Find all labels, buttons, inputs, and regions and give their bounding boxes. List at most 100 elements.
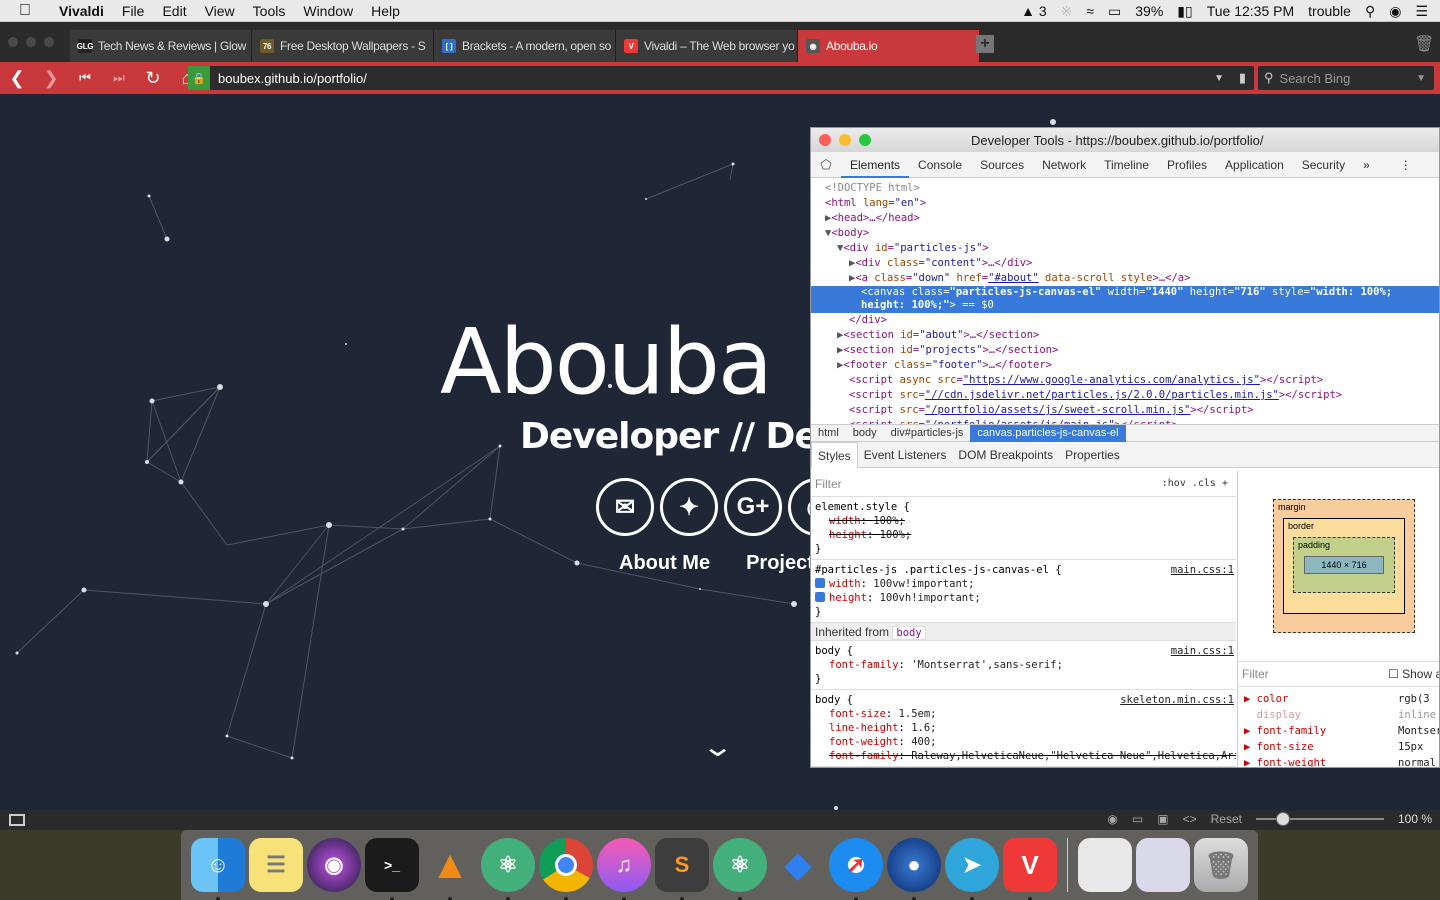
crumb-canvas[interactable]: canvas.particles-js-canvas-el (970, 424, 1126, 442)
inspect-element-icon[interactable]: ⬠ (811, 157, 841, 173)
bookmark-icon[interactable]: ▮ (1239, 70, 1246, 86)
itunes-icon[interactable]: ♫ (597, 838, 651, 900)
box-model-border[interactable]: border padding 1440 × 716 (1283, 518, 1405, 614)
dom-node[interactable]: <script src="//cdn.jsdelivr.net/particle… (811, 388, 1439, 403)
documents-stack-icon[interactable] (1136, 838, 1190, 892)
telegram-icon[interactable]: ➤ (945, 838, 999, 900)
forward-icon[interactable]: ❯ (34, 68, 68, 89)
siri-icon[interactable]: ◉ (1389, 3, 1401, 20)
dom-node[interactable]: </div> (811, 313, 1439, 328)
reload-icon[interactable]: ↻ (136, 68, 170, 89)
bluetooth-file-exchange-icon[interactable]: ◆ (771, 838, 825, 892)
window-close-button[interactable] (8, 37, 18, 47)
nav-about-me[interactable]: About Me (619, 552, 710, 575)
box-model-margin[interactable]: margin border padding 1440 × 716 (1273, 499, 1415, 633)
menu-file[interactable]: File (113, 3, 154, 19)
menu-app-name[interactable]: Vivaldi (50, 3, 113, 19)
menu-tools[interactable]: Tools (244, 3, 295, 19)
window-zoom-button[interactable] (44, 37, 54, 47)
panel-toggle-icon[interactable] (9, 814, 25, 826)
fast-forward-icon[interactable]: ⏭ (102, 70, 136, 86)
new-tab-button[interactable]: + (976, 35, 994, 53)
google-plus-icon[interactable]: G+ (724, 478, 782, 536)
subtab-properties[interactable]: Properties (1059, 442, 1126, 468)
search-field[interactable]: ⚲ Search Bing ▼ (1258, 66, 1434, 90)
tile-icon[interactable]: ▭ (1132, 812, 1143, 826)
downloads-stack-icon[interactable] (1078, 838, 1132, 892)
finder-icon[interactable]: ☺ (191, 838, 245, 900)
computed-prop[interactable]: ▶ font-weight normal (1238, 755, 1439, 767)
tab-wallpapers[interactable]: 76 Free Desktop Wallpapers - S (252, 30, 434, 62)
atom-icon[interactable]: ⚛ (481, 838, 535, 900)
trash-icon[interactable]: 🗑 (1194, 838, 1248, 892)
devtools-minimize-button[interactable] (839, 134, 851, 146)
sublime-text-icon[interactable]: S (655, 838, 709, 900)
devtools-zoom-button[interactable] (859, 134, 871, 146)
url-dropdown-icon[interactable]: ▼ (1214, 73, 1224, 84)
safari-icon[interactable]: ➚ (829, 838, 883, 900)
atom-beta-icon[interactable]: ⚛ (713, 838, 767, 900)
styles-filter-input[interactable]: Filter :hov .cls + (811, 471, 1236, 497)
dom-node[interactable]: <html lang="en"> (811, 196, 1439, 211)
closed-tabs-trash-icon[interactable]: 🗑 (1414, 34, 1434, 54)
css-source-link[interactable]: skeleton.min.css:1 (1120, 693, 1234, 707)
window-minimize-button[interactable] (26, 37, 36, 47)
battery-percent[interactable]: 39% (1135, 3, 1163, 19)
wifi-icon[interactable]: ≈ (1086, 3, 1094, 19)
vivaldi-icon[interactable]: V (1003, 838, 1057, 900)
subtab-styles[interactable]: Styles (811, 441, 858, 468)
apple-icon[interactable]:  (0, 2, 50, 20)
clock[interactable]: Tue 12:35 PM (1207, 3, 1294, 19)
css-source-link[interactable]: main.css:1 (1171, 644, 1234, 658)
image-icon[interactable]: ▣ (1157, 812, 1168, 826)
zoom-slider[interactable] (1255, 812, 1384, 826)
tab-brackets[interactable]: [ ] Brackets - A modern, open so (434, 30, 616, 62)
property-checkbox[interactable] (815, 592, 825, 602)
hov-cls-toggles[interactable]: :hov .cls + (1162, 478, 1228, 489)
rewind-icon[interactable]: ⏮ (68, 70, 102, 86)
firefox-icon[interactable]: ● (887, 838, 941, 900)
search-engine-dropdown-icon[interactable]: ▼ (1416, 73, 1426, 84)
zoom-slider-knob[interactable] (1275, 812, 1290, 826)
dom-node[interactable]: <!DOCTYPE html> (811, 181, 1439, 196)
siri-icon[interactable]: ◉ (307, 838, 361, 892)
airplay-icon[interactable]: ▭ (1108, 3, 1121, 20)
spotlight-icon[interactable]: ⚲ (1365, 3, 1375, 20)
twitter-icon[interactable]: ✦ (660, 478, 718, 536)
computed-prop[interactable]: ▶ color rgb(3 (1238, 691, 1439, 707)
tab-profiles[interactable]: Profiles (1158, 152, 1216, 178)
bluetooth-icon[interactable]: ※ (1061, 3, 1073, 20)
dom-node[interactable]: ▶<footer class="footer">…</footer> (811, 358, 1439, 373)
crumb-particles-div[interactable]: div#particles-js (884, 425, 971, 442)
back-icon[interactable]: ❮ (0, 68, 34, 89)
menu-view[interactable]: View (196, 3, 244, 19)
url-field[interactable]: 🔒 boubex.github.io/portfolio/ ▼ ▮ (188, 66, 1254, 90)
url-text[interactable]: boubex.github.io/portfolio/ (218, 71, 367, 86)
tab-console[interactable]: Console (909, 152, 971, 178)
tab-abouba-active[interactable]: ◉ Abouba.io (798, 30, 980, 62)
more-tabs-button[interactable]: » (1354, 152, 1379, 178)
css-source-link[interactable]: main.css:1 (1171, 563, 1234, 577)
terminal-icon[interactable]: >_ (365, 838, 419, 900)
crumb-body[interactable]: body (846, 425, 884, 442)
dom-node[interactable]: ▶<a class="down" href="#about" data-scro… (811, 271, 1439, 286)
email-icon[interactable]: ✉ (596, 478, 654, 536)
tab-tech-news[interactable]: GLG Tech News & Reviews | Glow (70, 30, 252, 62)
subtab-dom-breakpoints[interactable]: DOM Breakpoints (952, 442, 1059, 468)
dom-node-selected[interactable]: <canvas class="particles-js-canvas-el" w… (811, 286, 1439, 313)
user-name[interactable]: trouble (1308, 3, 1351, 19)
tab-application[interactable]: Application (1216, 152, 1293, 178)
dom-node[interactable]: <script src="/portfolio/assets/js/main.j… (811, 418, 1439, 424)
dom-node[interactable]: ▼<body> (811, 226, 1439, 241)
capture-icon[interactable]: ◉ (1107, 812, 1117, 826)
box-model-padding[interactable]: padding 1440 × 716 (1293, 537, 1395, 593)
computed-prop[interactable]: ▶ font-size 15px (1238, 739, 1439, 755)
show-all-checkbox[interactable]: ☐ Show al (1388, 662, 1439, 686)
zoom-reset-button[interactable]: Reset (1211, 812, 1242, 826)
adobe-icon[interactable]: ▲ 3 (1021, 3, 1047, 19)
computed-filter-input[interactable]: Filter ☐ Show al (1238, 661, 1439, 687)
menu-window[interactable]: Window (294, 3, 362, 19)
notes-icon[interactable]: ☰ (249, 838, 303, 892)
tab-network[interactable]: Network (1033, 152, 1095, 178)
tab-vivaldi[interactable]: V Vivaldi – The Web browser yo (616, 30, 798, 62)
